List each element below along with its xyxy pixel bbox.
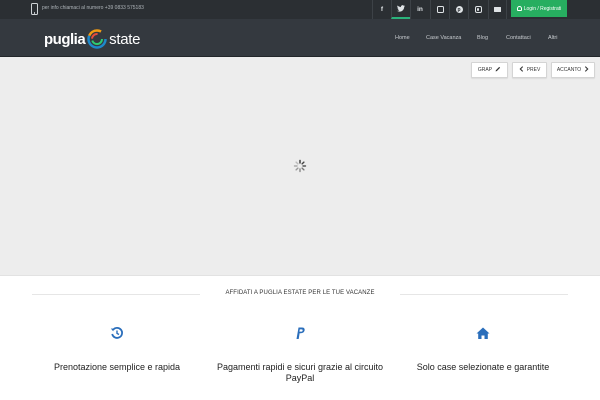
- section-divider-right: [382, 294, 568, 295]
- feature-text-selected-homes: Solo case selezionate e garantite: [416, 362, 550, 372]
- login-register-button[interactable]: Login / Registrati: [511, 0, 567, 17]
- instagram-box-icon[interactable]: [430, 0, 449, 19]
- site-logo[interactable]: puglia state: [44, 29, 141, 49]
- nav-home[interactable]: Home: [395, 19, 410, 57]
- mobile-phone-icon: [31, 3, 38, 15]
- nav-case-vacanza[interactable]: Case Vacanza: [426, 19, 461, 57]
- loading-spinner-icon: [293, 159, 307, 173]
- logo-word-puglia: puglia: [44, 30, 86, 48]
- prev-button[interactable]: PREV: [512, 62, 547, 78]
- logo-word-state: state: [109, 30, 141, 48]
- features-title: AFFIDATI A PUGLIA ESTATE PER LE TUE VACA…: [200, 290, 400, 296]
- nav-altri[interactable]: Altri: [548, 19, 557, 57]
- linkedin-icon[interactable]: in: [410, 0, 429, 19]
- top-bar: per info chiamaci al numero +39 0833 575…: [0, 0, 600, 19]
- home-icon: [476, 326, 490, 340]
- user-icon: [516, 6, 522, 11]
- history-icon: [110, 326, 124, 340]
- contact-info-text: per info chiamaci al numero +39 0833 575…: [42, 5, 144, 11]
- pinterest-icon[interactable]: p: [449, 0, 468, 19]
- pencil-icon: [495, 66, 501, 74]
- login-label: Login / Registrati: [523, 5, 562, 12]
- section-divider-left: [32, 294, 218, 295]
- paypal-icon: [293, 326, 307, 340]
- facebook-icon[interactable]: f: [372, 0, 391, 19]
- next-button[interactable]: ACCANTO: [551, 62, 595, 78]
- grid-view-button[interactable]: GRAP: [471, 62, 508, 78]
- nav-blog[interactable]: Blog: [477, 19, 488, 57]
- nav-contattaci[interactable]: Contattaci: [506, 19, 531, 57]
- twitter-icon[interactable]: [391, 0, 410, 19]
- chevron-left-icon: [519, 66, 524, 74]
- logo-swirl-icon: [86, 29, 108, 49]
- next-label: ACCANTO: [556, 67, 582, 73]
- grid-label: GRAP: [477, 67, 493, 73]
- feature-text-payments: Pagamenti rapidi e sicuri grazie al circ…: [216, 362, 384, 383]
- chevron-right-icon: [584, 66, 589, 74]
- prev-label: PREV: [526, 67, 541, 73]
- email-icon[interactable]: [488, 0, 507, 19]
- feature-text-booking: Prenotazione semplice e rapida: [53, 362, 181, 372]
- instagram-icon[interactable]: [468, 0, 487, 19]
- main-header: puglia state Home Case Vacanza Blog Cont…: [0, 19, 600, 57]
